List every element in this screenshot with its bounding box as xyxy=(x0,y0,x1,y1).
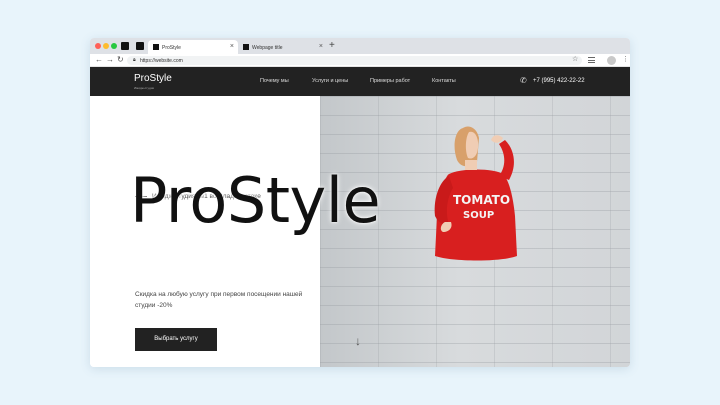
address-toolbar: ← → ↻ 🔒︎ https://website.com ☆ ⋮ xyxy=(90,54,630,67)
tab-title: ProStyle xyxy=(162,44,181,51)
tab-strip: ProStyle × Webpage title × + xyxy=(90,38,630,54)
favicon-icon xyxy=(243,44,249,50)
bookmark-star-icon[interactable]: ☆ xyxy=(572,55,578,63)
choose-service-button[interactable]: Выбрать услугу xyxy=(135,328,217,351)
nav-link-portfolio[interactable]: Примеры работ xyxy=(370,78,410,84)
nav-link-services[interactable]: Услуги и цены xyxy=(312,78,348,84)
reading-list-icon[interactable] xyxy=(588,57,595,63)
hero-title: ProStyle xyxy=(130,164,381,237)
lock-icon: 🔒︎ xyxy=(133,57,136,63)
close-window-button[interactable] xyxy=(95,43,101,49)
nav-link-contacts[interactable]: Контакты xyxy=(432,78,456,84)
forward-icon[interactable]: → xyxy=(106,55,114,64)
pinned-tab[interactable] xyxy=(121,42,129,50)
profile-avatar[interactable] xyxy=(607,56,616,65)
phone-icon: ✆ xyxy=(520,76,527,85)
tab-title: Webpage title xyxy=(252,44,283,51)
hero-description: Скидка на любую услугу при первом посеще… xyxy=(135,291,303,309)
tab-prostyle[interactable]: ProStyle × xyxy=(148,40,238,54)
phone-number[interactable]: +7 (995) 422-22-22 xyxy=(533,78,585,84)
site-header: ProStyle Имидж-студия Почему мы Услуги и… xyxy=(90,67,630,96)
close-tab-icon[interactable]: × xyxy=(230,43,234,50)
minimize-window-button[interactable] xyxy=(103,43,109,49)
shirt-text-1: TOMATO xyxy=(453,193,510,207)
site-logo[interactable]: ProStyle xyxy=(134,73,172,84)
scroll-down-icon[interactable]: ↓ xyxy=(355,334,361,348)
back-icon[interactable]: ← xyxy=(95,55,103,64)
nav-link-why-us[interactable]: Почему мы xyxy=(260,78,289,84)
browser-menu-icon[interactable]: ⋮ xyxy=(622,55,629,63)
new-tab-button[interactable]: + xyxy=(329,40,335,51)
pinned-tab[interactable] xyxy=(136,42,144,50)
reload-icon[interactable]: ↻ xyxy=(117,55,124,64)
maximize-window-button[interactable] xyxy=(111,43,117,49)
address-bar[interactable]: 🔒︎ https://website.com xyxy=(127,56,582,65)
shirt-text-2: SOUP xyxy=(463,210,494,221)
favicon-icon xyxy=(153,44,159,50)
tab-webpage[interactable]: Webpage title × xyxy=(238,40,327,54)
close-tab-icon[interactable]: × xyxy=(319,43,323,50)
model-illustration: TOMATO SOUP xyxy=(434,126,517,261)
logo-tagline: Имидж-студия xyxy=(134,86,155,90)
url-text: https://website.com xyxy=(140,58,183,64)
